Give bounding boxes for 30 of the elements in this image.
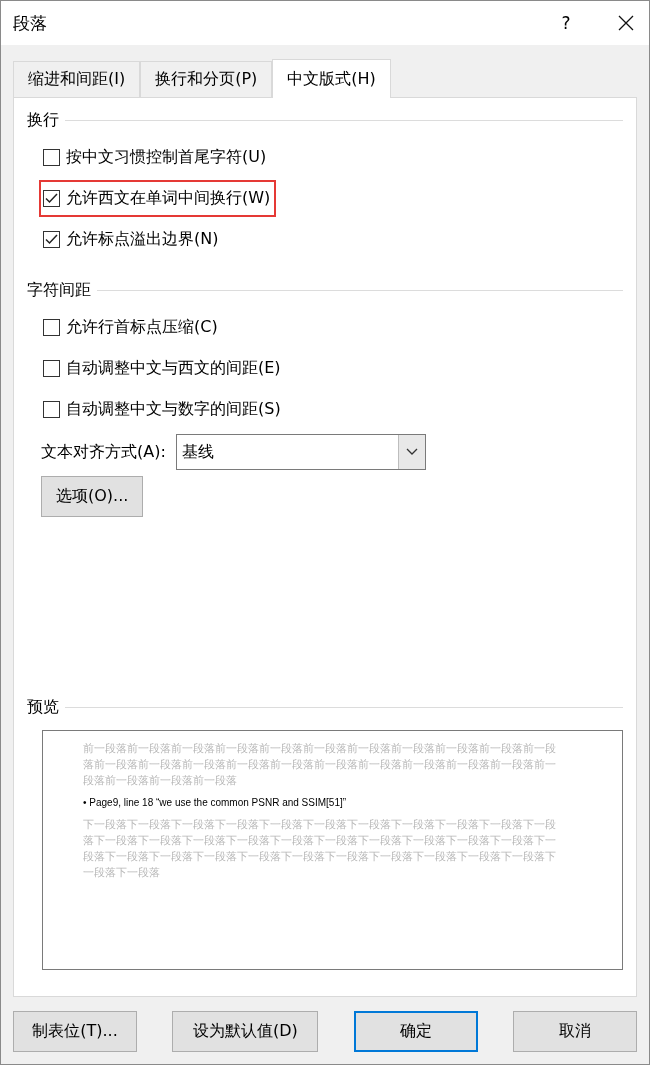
field-label: 文本对齐方式(A): [41, 441, 166, 463]
chevron-down-icon [405, 448, 418, 456]
close-icon [618, 15, 634, 31]
preview-sample-text: • Page9, line 18 “we use the common PSNR and SSIM[51]” [83, 796, 348, 810]
alignment-dropdown[interactable]: 基线 [175, 434, 426, 470]
dialog-button[interactable]: 制表位(T)... [13, 1011, 137, 1052]
checkbox[interactable] [43, 401, 60, 418]
help-button[interactable]: ? [543, 13, 589, 33]
checkbox-label: 按中文习惯控制首尾字符(U) [66, 147, 267, 168]
tab[interactable]: 换行和分页(P) [140, 61, 273, 97]
checkbox[interactable] [43, 231, 60, 248]
window-title: 段落 [13, 11, 48, 35]
checkbox-label: 自动调整中文与数字的间距(S) [66, 399, 281, 420]
tab[interactable]: 中文版式(H) [272, 59, 391, 98]
dialog-button[interactable]: 设为默认值(D) [172, 1011, 319, 1052]
checkbox-label: 允许西文在单词中间换行(W) [66, 188, 271, 209]
checkbox[interactable] [43, 319, 60, 336]
dialog-button[interactable]: 确定 [353, 1011, 478, 1052]
checkbox-label: 允许标点溢出边界(N) [66, 229, 219, 250]
group-title: 字符间距 [27, 280, 91, 301]
group-title: 换行 [27, 110, 59, 131]
dialog-button[interactable]: 取消 [513, 1011, 637, 1052]
tab[interactable]: 缩进和间距(I) [13, 61, 141, 97]
checkbox[interactable] [43, 149, 60, 166]
checkbox-label: 自动调整中文与西文的间距(E) [66, 358, 281, 379]
checkbox-label: 允许行首标点压缩(C) [66, 317, 218, 338]
checkbox[interactable] [43, 360, 60, 377]
options-button[interactable]: 选项(O)... [41, 476, 144, 517]
group-title: 预览 [27, 697, 59, 718]
checkbox[interactable] [43, 190, 60, 207]
